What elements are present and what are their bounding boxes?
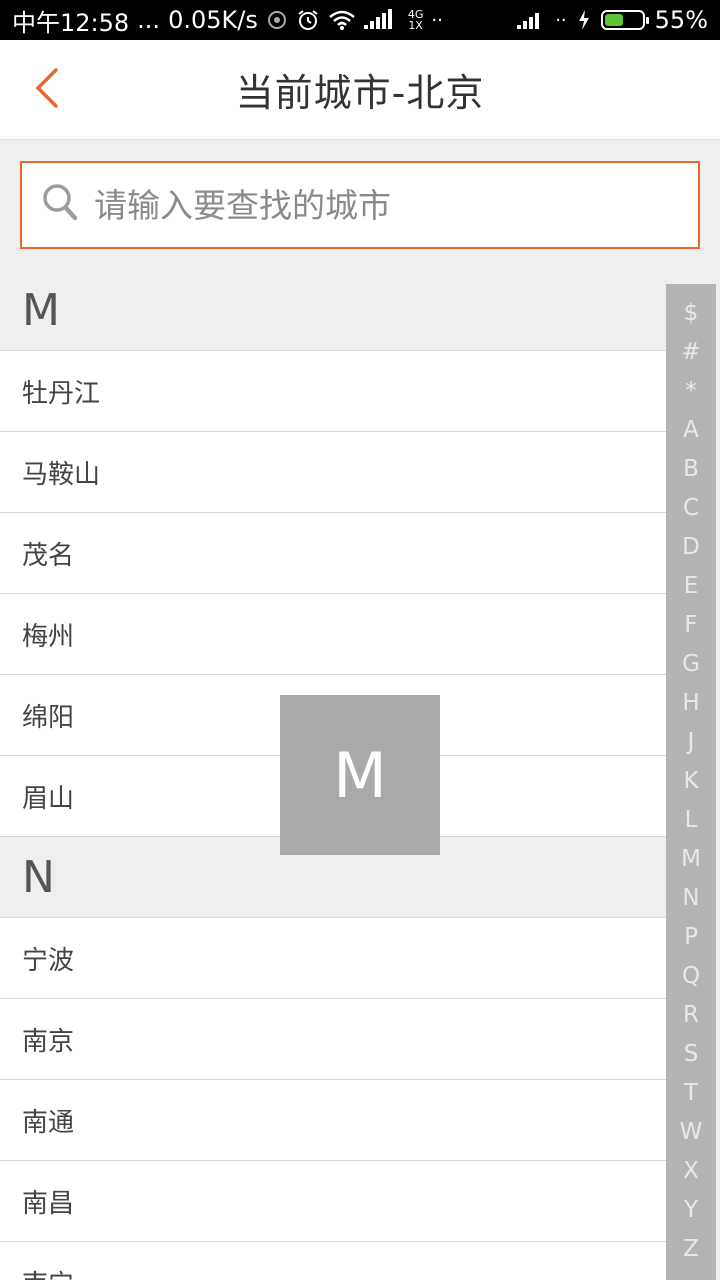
title-bar: 当前城市-北京 [0,40,720,140]
city-item[interactable]: 南通 [0,1080,666,1161]
index-letter[interactable]: K [666,762,716,801]
status-time: 中午12:58 [12,8,130,37]
index-letter[interactable]: G [666,645,716,684]
city-item[interactable]: 梅州 [0,594,666,675]
status-left: 中午12:58 ... 0.05K/s 4G 1X ·· [12,3,517,38]
index-letter[interactable]: Z [666,1230,716,1269]
battery-percent: 55% [654,6,708,34]
index-letter[interactable]: X [666,1152,716,1191]
index-letter[interactable]: A [666,411,716,450]
search-area [0,141,720,283]
status-dots: ... [137,6,161,34]
index-letter[interactable]: C [666,489,716,528]
status-dots-3: ·· [555,9,567,31]
alarm-icon [296,8,320,32]
index-letter[interactable]: Y [666,1191,716,1230]
index-letter[interactable]: # [666,333,716,372]
index-letter[interactable]: S [666,1035,716,1074]
index-letter[interactable]: E [666,567,716,606]
search-icon [42,183,80,227]
status-speed: 0.05K/s [168,6,258,34]
index-letter[interactable]: F [666,606,716,645]
page-title: 当前城市-北京 [235,71,485,115]
screen: 中午12:58 ... 0.05K/s 4G 1X ·· ·· 55% 当前城市… [0,0,720,1280]
search-box[interactable] [20,161,700,249]
signal-icon [517,9,545,31]
city-item[interactable]: 茂名 [0,513,666,594]
letter-overlay: M [280,695,440,855]
charging-icon [577,9,591,31]
index-letter[interactable]: M [666,840,716,879]
index-letter[interactable]: $ [666,294,716,333]
status-dots-2: ·· [431,9,443,31]
status-bar: 中午12:58 ... 0.05K/s 4G 1X ·· ·· 55% [0,0,720,40]
signal-4g-icon [363,9,400,31]
battery-icon [600,10,649,30]
index-letter[interactable]: W [666,1113,716,1152]
network-type: 4G 1X [407,8,424,32]
city-item[interactable]: 马鞍山 [0,432,666,513]
index-letter[interactable]: * [666,372,716,411]
sync-icon [266,9,288,31]
city-item[interactable]: 南昌 [0,1161,666,1242]
city-item[interactable]: 南宁 [0,1242,666,1280]
index-letter[interactable]: Q [666,957,716,996]
city-item[interactable]: 牡丹江 [0,351,666,432]
chevron-left-icon [32,67,60,113]
index-letter[interactable]: L [666,801,716,840]
index-letter[interactable]: B [666,450,716,489]
city-item[interactable]: 宁波 [0,918,666,999]
city-item[interactable]: 南京 [0,999,666,1080]
index-letter[interactable]: T [666,1074,716,1113]
index-letter[interactable]: H [666,684,716,723]
index-letter[interactable]: N [666,879,716,918]
index-letter[interactable]: P [666,918,716,957]
index-letter[interactable]: R [666,996,716,1035]
battery-fill [604,14,623,26]
section-header-m: M [0,270,666,351]
index-letter[interactable]: J [666,723,716,762]
status-right: ·· 55% [517,6,708,34]
search-input[interactable] [94,175,698,235]
alphabet-index-bar[interactable]: $ # * A B C D E F G H J K L M N P Q R S T W X Y Z [666,284,716,1280]
index-letter[interactable]: D [666,528,716,567]
back-button[interactable] [18,62,74,118]
wifi-icon [328,9,356,31]
